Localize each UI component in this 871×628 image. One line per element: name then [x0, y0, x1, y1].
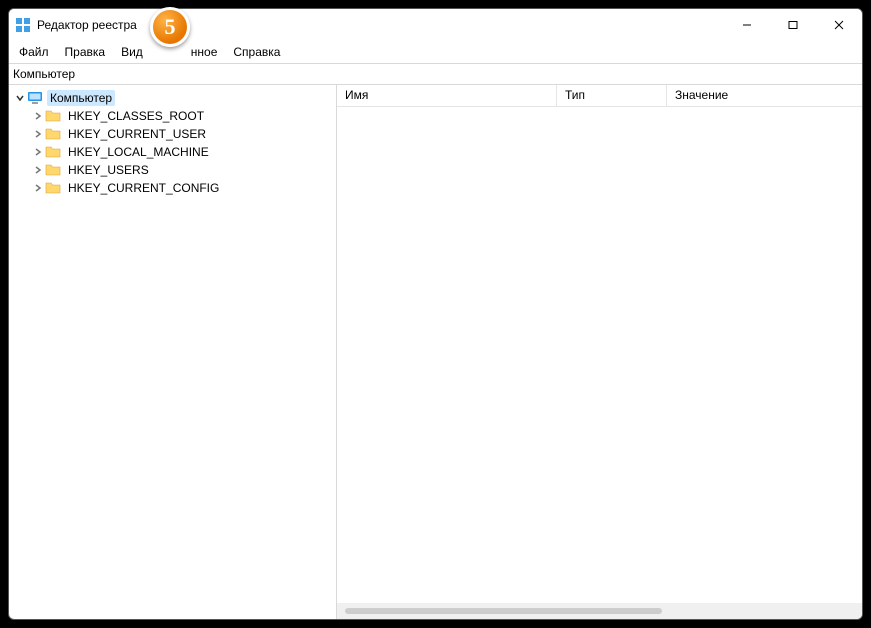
minimize-button[interactable] — [724, 9, 770, 41]
tree-item-hku[interactable]: HKEY_USERS — [9, 161, 336, 179]
folder-icon — [45, 162, 61, 178]
titlebar: Редактор реестра — [9, 9, 862, 41]
step-badge: 5 — [150, 7, 190, 47]
tree-root-label: Компьютер — [47, 90, 115, 106]
tree-item-hklm[interactable]: HKEY_LOCAL_MACHINE — [9, 143, 336, 161]
folder-icon — [45, 126, 61, 142]
window-frame: Редактор реестра Файл Правка Вид нное Сп… — [8, 8, 863, 620]
chevron-right-icon[interactable] — [31, 112, 45, 120]
window-controls — [724, 9, 862, 41]
tree-item-label: HKEY_CURRENT_CONFIG — [65, 180, 222, 196]
column-name[interactable]: Имя — [337, 85, 557, 106]
menu-favorites-suffix[interactable]: нное — [191, 43, 226, 61]
column-type[interactable]: Тип — [557, 85, 667, 106]
folder-icon — [45, 144, 61, 160]
column-value[interactable]: Значение — [667, 85, 862, 106]
close-button[interactable] — [816, 9, 862, 41]
tree-item-label: HKEY_USERS — [65, 162, 152, 178]
list-pane: Имя Тип Значение — [337, 85, 862, 619]
step-number: 5 — [165, 16, 176, 38]
menu-file[interactable]: Файл — [11, 43, 57, 61]
computer-icon — [27, 90, 43, 106]
regedit-icon — [15, 17, 31, 33]
menu-view[interactable]: Вид — [113, 43, 151, 61]
tree-item-hkcr[interactable]: HKEY_CLASSES_ROOT — [9, 107, 336, 125]
menubar: Файл Правка Вид нное Справка — [9, 41, 862, 63]
chevron-down-icon[interactable] — [13, 94, 27, 102]
tree-item-label: HKEY_LOCAL_MACHINE — [65, 144, 212, 160]
menu-help[interactable]: Справка — [225, 43, 288, 61]
list-header: Имя Тип Значение — [337, 85, 862, 107]
maximize-button[interactable] — [770, 9, 816, 41]
window-title: Редактор реестра — [37, 18, 137, 32]
tree-item-label: HKEY_CURRENT_USER — [65, 126, 209, 142]
tree-item-label: HKEY_CLASSES_ROOT — [65, 108, 207, 124]
folder-icon — [45, 180, 61, 196]
list-body[interactable] — [337, 107, 862, 603]
folder-icon — [45, 108, 61, 124]
horizontal-scrollbar[interactable] — [337, 603, 862, 619]
main-split: Компьютер HKEY_CLASSES_ROOT HKEY_CURRE — [9, 85, 862, 619]
tree-item-hkcc[interactable]: HKEY_CURRENT_CONFIG — [9, 179, 336, 197]
menu-edit[interactable]: Правка — [57, 43, 114, 61]
tree-pane[interactable]: Компьютер HKEY_CLASSES_ROOT HKEY_CURRE — [9, 85, 337, 619]
chevron-right-icon[interactable] — [31, 166, 45, 174]
tree-item-hkcu[interactable]: HKEY_CURRENT_USER — [9, 125, 336, 143]
chevron-right-icon[interactable] — [31, 184, 45, 192]
chevron-right-icon[interactable] — [31, 148, 45, 156]
chevron-right-icon[interactable] — [31, 130, 45, 138]
tree-root[interactable]: Компьютер — [9, 89, 336, 107]
address-text: Компьютер — [13, 67, 75, 81]
address-bar[interactable]: Компьютер — [9, 63, 862, 85]
